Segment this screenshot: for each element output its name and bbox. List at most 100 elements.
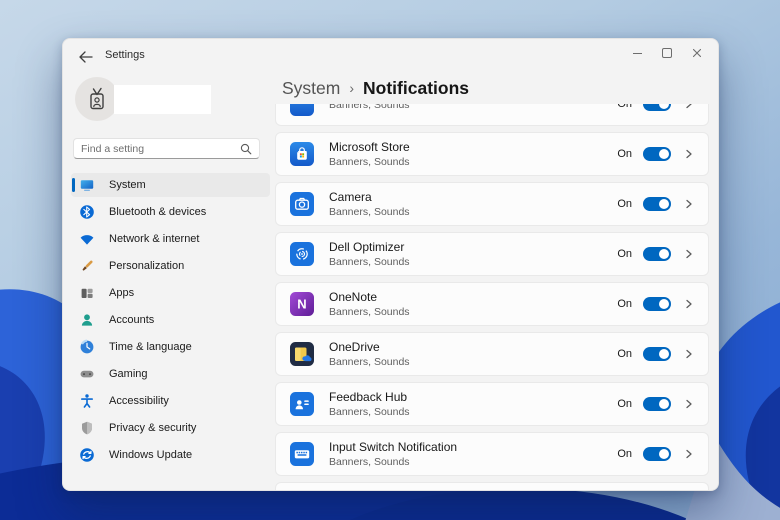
sidebar-item-personalization[interactable]: Personalization xyxy=(71,254,270,278)
sidebar-item-label: Windows Update xyxy=(109,449,192,461)
close-icon xyxy=(692,48,702,58)
sidebar-item-label: Network & internet xyxy=(109,233,199,245)
app-name: Dell Optimizer xyxy=(329,240,617,254)
microsoft-store-icon xyxy=(290,142,314,166)
onedrive-icon xyxy=(290,342,314,366)
svg-text:N: N xyxy=(297,297,306,312)
minimize-button[interactable] xyxy=(622,41,652,65)
maximize-button[interactable] xyxy=(652,41,682,65)
search-input[interactable] xyxy=(81,143,240,155)
notifications-list: Banners, Sounds On xyxy=(275,104,709,490)
notification-row[interactable]: OneDrive Banners, Sounds On xyxy=(275,332,709,376)
sidebar-item-gaming[interactable]: Gaming xyxy=(71,362,270,386)
app-subtitle: Banners, Sounds xyxy=(329,356,617,368)
app-name: Feedback Hub xyxy=(329,390,617,404)
notification-row[interactable] xyxy=(275,482,709,490)
notification-toggle[interactable] xyxy=(643,397,671,411)
sidebar-item-time-language[interactable]: Time & language xyxy=(71,335,270,359)
toggle-knob xyxy=(659,149,669,159)
app-subtitle: Banners, Sounds xyxy=(329,306,617,318)
app-name: Microsoft Store xyxy=(329,140,617,154)
notification-toggle[interactable] xyxy=(643,247,671,261)
sidebar-item-label: Accessibility xyxy=(109,395,169,407)
toggle-state-label: On xyxy=(617,448,632,460)
toggle-knob xyxy=(659,104,669,109)
toggle-state-label: On xyxy=(617,348,632,360)
back-button[interactable] xyxy=(79,50,93,62)
sidebar-item-accounts[interactable]: Accounts xyxy=(71,308,270,332)
toggle-state-label: On xyxy=(617,148,632,160)
toggle-state-label: On xyxy=(617,248,632,260)
chevron-right-icon xyxy=(684,149,694,159)
notification-row[interactable]: Feedback Hub Banners, Sounds On xyxy=(275,382,709,426)
id-badge-icon xyxy=(84,86,110,112)
sidebar-item-system[interactable]: System xyxy=(71,173,270,197)
breadcrumb-separator-icon: › xyxy=(349,80,354,96)
chevron-right-icon xyxy=(684,104,694,109)
sidebar-item-label: Apps xyxy=(109,287,134,299)
selected-indicator xyxy=(72,178,75,192)
windows-update-icon xyxy=(79,447,95,463)
app-subtitle: Banners, Sounds xyxy=(329,104,617,111)
toggle-state-label: On xyxy=(617,298,632,310)
chevron-right-icon xyxy=(684,449,694,459)
sidebar-nav: System Bluetooth & devices Network & int… xyxy=(71,173,270,470)
breadcrumb: System › Notifications xyxy=(282,78,469,99)
sidebar-item-privacy-security[interactable]: Privacy & security xyxy=(71,416,270,440)
apps-icon xyxy=(79,285,95,301)
sidebar-item-label: Personalization xyxy=(109,260,184,272)
avatar[interactable] xyxy=(75,77,119,121)
close-button[interactable] xyxy=(682,41,712,65)
toggle-knob xyxy=(659,349,669,359)
sidebar-item-label: Accounts xyxy=(109,314,154,326)
network-icon xyxy=(79,231,95,247)
chevron-right-icon xyxy=(684,199,694,209)
sidebar-item-bluetooth-devices[interactable]: Bluetooth & devices xyxy=(71,200,270,224)
app-icon xyxy=(290,104,314,116)
time-language-icon xyxy=(79,339,95,355)
app-name: OneDrive xyxy=(329,340,617,354)
search-box xyxy=(73,138,260,159)
toggle-state-label: On xyxy=(617,398,632,410)
notification-row[interactable]: Microsoft Store Banners, Sounds On xyxy=(275,132,709,176)
sidebar-item-label: System xyxy=(109,179,146,191)
back-arrow-icon xyxy=(79,51,93,63)
notification-row[interactable]: Banners, Sounds On xyxy=(275,104,709,126)
notification-toggle[interactable] xyxy=(643,197,671,211)
sidebar-item-windows-update[interactable]: Windows Update xyxy=(71,443,270,467)
sidebar-item-label: Time & language xyxy=(109,341,192,353)
notification-toggle[interactable] xyxy=(643,147,671,161)
notification-row[interactable]: N OneNote Banners, Sounds On xyxy=(275,282,709,326)
camera-icon xyxy=(290,192,314,216)
toggle-knob xyxy=(659,199,669,209)
maximize-icon xyxy=(662,48,672,58)
breadcrumb-parent[interactable]: System xyxy=(282,78,340,99)
dell-optimizer-icon xyxy=(290,242,314,266)
app-name: OneNote xyxy=(329,290,617,304)
notification-row[interactable]: Dell Optimizer Banners, Sounds On xyxy=(275,232,709,276)
notification-row[interactable]: Camera Banners, Sounds On xyxy=(275,182,709,226)
app-name: Input Switch Notification xyxy=(329,440,617,454)
toggle-knob xyxy=(659,399,669,409)
notification-toggle[interactable] xyxy=(643,347,671,361)
system-icon xyxy=(79,177,95,193)
notification-toggle[interactable] xyxy=(643,297,671,311)
toggle-knob xyxy=(659,299,669,309)
notification-toggle[interactable] xyxy=(643,447,671,461)
chevron-right-icon xyxy=(684,349,694,359)
toggle-knob xyxy=(659,249,669,259)
toggle-state-label: On xyxy=(617,104,632,110)
privacy-security-icon xyxy=(79,420,95,436)
page-title: Notifications xyxy=(363,78,469,99)
sidebar-item-label: Bluetooth & devices xyxy=(109,206,206,218)
notification-toggle[interactable] xyxy=(643,104,671,111)
sidebar-item-label: Privacy & security xyxy=(109,422,196,434)
onenote-icon: N xyxy=(290,292,314,316)
sidebar-item-accessibility[interactable]: Accessibility xyxy=(71,389,270,413)
app-subtitle: Banners, Sounds xyxy=(329,156,617,168)
accounts-icon xyxy=(79,312,95,328)
sidebar-item-apps[interactable]: Apps xyxy=(71,281,270,305)
sidebar-item-network-internet[interactable]: Network & internet xyxy=(71,227,270,251)
app-subtitle: Banners, Sounds xyxy=(329,406,617,418)
notification-row[interactable]: Input Switch Notification Banners, Sound… xyxy=(275,432,709,476)
